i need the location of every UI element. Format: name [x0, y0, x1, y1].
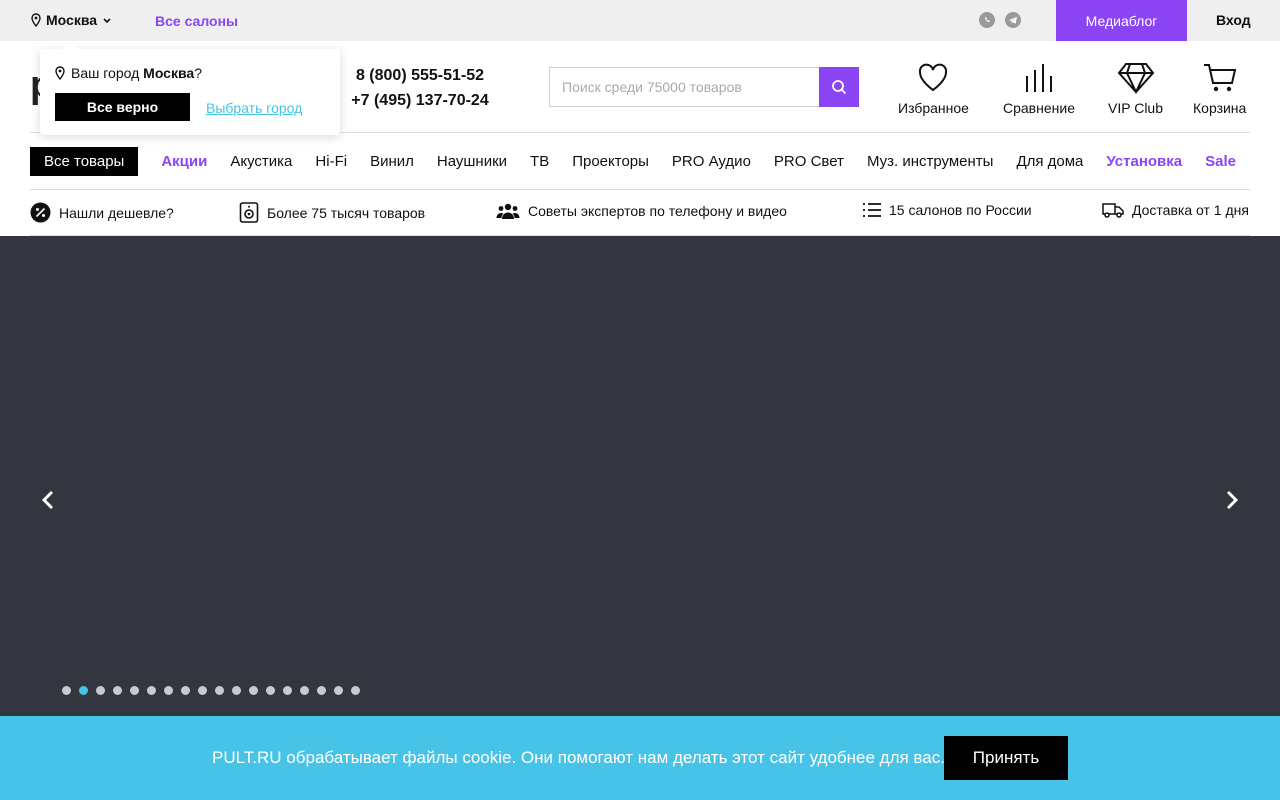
city-question-suffix: ?: [194, 65, 202, 81]
nav-item-headphones[interactable]: Наушники: [437, 153, 507, 170]
slider-dot[interactable]: [79, 686, 88, 695]
search-icon: [832, 80, 847, 95]
all-goods-button[interactable]: Все товары: [30, 147, 139, 176]
feature-experts: Советы экспертов по телефону и видео: [496, 202, 787, 220]
city-question-city: Москва: [143, 65, 195, 81]
slider-dot[interactable]: [62, 686, 71, 695]
whatsapp-icon[interactable]: [979, 12, 995, 28]
nav-item-pro-light[interactable]: PRO Свет: [774, 153, 844, 170]
nav-divider: [30, 189, 1250, 190]
percent-badge-icon: [30, 202, 51, 223]
slider-dot[interactable]: [181, 686, 190, 695]
search-button[interactable]: [819, 67, 859, 107]
slider-dot[interactable]: [130, 686, 139, 695]
chevron-left-icon: [41, 490, 54, 510]
nav-item-installation[interactable]: Установка: [1106, 153, 1182, 170]
nav-item-acoustics[interactable]: Акустика: [230, 153, 292, 170]
cookie-text: PULT.RU обрабатывает файлы cookie. Они п…: [212, 748, 945, 767]
feature-cheaper[interactable]: Нашли дешевле?: [30, 202, 174, 223]
feature-delivery-text: Доставка от 1 дня: [1132, 202, 1249, 218]
slider-dot[interactable]: [351, 686, 360, 695]
location-pin-icon: [55, 66, 65, 80]
nav-item-home[interactable]: Для дома: [1016, 153, 1083, 170]
nav-item-vinyl[interactable]: Винил: [370, 153, 414, 170]
feature-salons-text: 15 салонов по России: [889, 202, 1032, 218]
main-nav: Все товары Акции Акустика Hi-Fi Винил На…: [30, 147, 1280, 176]
favorites-button[interactable]: Избранное: [898, 62, 969, 116]
city-question: Ваш город Москва?: [54, 65, 202, 81]
vip-label: VIP Club: [1108, 100, 1163, 116]
search-input[interactable]: [549, 67, 819, 107]
cart-label: Корзина: [1193, 100, 1247, 116]
location-pin-icon: [31, 13, 41, 27]
nav-item-projectors[interactable]: Проекторы: [572, 153, 649, 170]
nav-item-hifi[interactable]: Hi-Fi: [315, 153, 347, 170]
city-selector[interactable]: Москва: [30, 12, 113, 28]
chevron-down-icon: [103, 18, 111, 24]
slider-dot[interactable]: [164, 686, 173, 695]
cart-icon: [1203, 64, 1236, 92]
phone-2[interactable]: +7 (495) 137-70-24: [340, 88, 500, 113]
top-bar: Москва Все салоны Медиаблог Вход: [0, 0, 1280, 41]
login-link[interactable]: Вход: [1216, 12, 1251, 28]
truck-icon: [1102, 203, 1124, 218]
city-question-prefix: Ваш город: [71, 65, 140, 81]
hero-slider: [0, 236, 1280, 716]
nav-item-pro-audio[interactable]: PRO Аудио: [672, 153, 751, 170]
city-name: Москва: [46, 12, 98, 28]
slider-dot[interactable]: [334, 686, 343, 695]
choose-city-link[interactable]: Выбрать город: [206, 100, 302, 116]
cookie-banner: PULT.RU обрабатывает файлы cookie. Они п…: [0, 716, 1280, 800]
cart-button[interactable]: Корзина: [1193, 62, 1246, 116]
people-icon: [496, 203, 520, 219]
slider-dot[interactable]: [300, 686, 309, 695]
heart-icon: [919, 63, 948, 92]
slider-next-button[interactable]: [1220, 488, 1244, 512]
nav-item-sales[interactable]: Акции: [161, 153, 207, 170]
city-confirm-button[interactable]: Все верно: [55, 93, 190, 121]
compare-label: Сравнение: [1003, 100, 1075, 116]
slider-dot[interactable]: [249, 686, 258, 695]
nav-item-sale[interactable]: Sale: [1205, 153, 1236, 170]
all-salons-link[interactable]: Все салоны: [155, 13, 238, 29]
phones: 8 (800) 555-51-52 +7 (495) 137-70-24: [340, 63, 500, 113]
feature-goods-text: Более 75 тысяч товаров: [267, 204, 426, 221]
list-icon: [863, 203, 881, 217]
phone-1[interactable]: 8 (800) 555-51-52: [340, 63, 500, 88]
slider-dot[interactable]: [317, 686, 326, 695]
slider-prev-button[interactable]: [36, 488, 60, 512]
vip-club-button[interactable]: VIP Club: [1108, 62, 1163, 116]
nav-item-instruments[interactable]: Муз. инструменты: [867, 153, 994, 170]
search-bar: [549, 67, 859, 107]
chevron-right-icon: [1226, 490, 1239, 510]
nav-item-tv[interactable]: ТВ: [530, 153, 549, 170]
cookie-accept-button[interactable]: Принять: [944, 736, 1068, 780]
compare-button[interactable]: Сравнение: [1003, 62, 1075, 116]
feature-experts-text: Советы экспертов по телефону и видео: [528, 203, 787, 219]
mediablog-button[interactable]: Медиаблог: [1056, 0, 1187, 41]
feature-goods: Более 75 тысяч товаров: [239, 202, 425, 223]
favorites-label: Избранное: [898, 100, 969, 116]
speaker-icon: [239, 202, 259, 223]
feature-salons[interactable]: 15 салонов по России: [863, 202, 1032, 218]
diamond-icon: [1117, 63, 1154, 94]
slider-dot[interactable]: [147, 686, 156, 695]
slider-dot[interactable]: [113, 686, 122, 695]
slider-dot[interactable]: [283, 686, 292, 695]
feature-cheaper-text: Нашли дешевле?: [59, 204, 174, 221]
city-confirm-popup: Ваш город Москва? Все верно Выбрать горо…: [40, 49, 340, 135]
slider-dots: [62, 686, 360, 695]
slider-dot[interactable]: [232, 686, 241, 695]
slider-dot[interactable]: [198, 686, 207, 695]
feature-delivery: Доставка от 1 дня: [1102, 202, 1249, 218]
slider-dot[interactable]: [96, 686, 105, 695]
slider-dot[interactable]: [266, 686, 275, 695]
slider-dot[interactable]: [215, 686, 224, 695]
telegram-icon[interactable]: [1005, 12, 1021, 28]
compare-icon: [1025, 64, 1052, 92]
